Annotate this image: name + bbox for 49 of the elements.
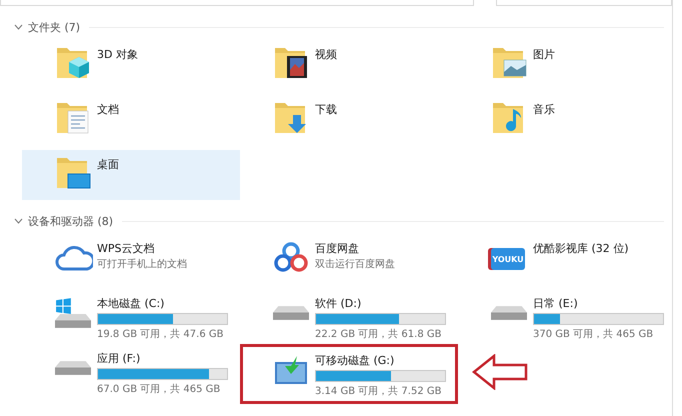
- chevron-icon[interactable]: [14, 24, 23, 30]
- group-title: 文件夹 (7): [28, 20, 80, 34]
- free-space-text: 19.8 GB 可用，共 47.6 GB: [97, 328, 224, 341]
- item-description: 可打开手机上的文档: [97, 258, 187, 271]
- list-item[interactable]: 音乐: [458, 95, 676, 145]
- list-item[interactable]: 本地磁盘 (C:) 19.8 GB 可用，共 47.6 GB: [22, 289, 240, 339]
- list-item[interactable]: 应用 (F:) 67.0 GB 可用，共 465 GB: [22, 344, 240, 394]
- search-field[interactable]: [496, 0, 672, 6]
- item-name: 本地磁盘 (C:): [97, 296, 166, 311]
- free-space-text: 22.2 GB 可用，共 61.8 GB: [315, 328, 442, 341]
- free-space-text: 370 GB 可用，共 465 GB: [533, 328, 654, 341]
- list-item[interactable]: WPS云文档 可打开手机上的文档: [22, 234, 240, 284]
- free-space-text: 67.0 GB 可用，共 465 GB: [97, 382, 222, 396]
- item-name: 视频: [315, 47, 337, 62]
- item-name: 百度网盘: [315, 241, 360, 256]
- item-name: 应用 (F:): [97, 351, 142, 366]
- drive-icon: [491, 306, 527, 320]
- left-arrow-icon: [472, 354, 528, 390]
- item-name: 桌面: [97, 157, 119, 172]
- list-item[interactable]: 日常 (E:) 370 GB 可用，共 465 GB: [458, 289, 676, 339]
- drive-icon: [55, 361, 91, 375]
- video-app-logo: YOUKU: [491, 248, 525, 270]
- item-name: 图片: [533, 47, 555, 62]
- item-name: 3D 对象: [97, 47, 138, 62]
- item-name: 日常 (E:): [533, 296, 579, 311]
- item-name: 优酷影视库 (32 位): [533, 241, 629, 256]
- drive-icon: [273, 306, 309, 320]
- free-space-text: 3.14 GB 可用，共 7.52 GB: [315, 384, 442, 398]
- chevron-icon[interactable]: [14, 218, 23, 224]
- list-item[interactable]: 3D 对象: [22, 40, 240, 90]
- item-name: 软件 (D:): [315, 296, 362, 311]
- drive-icon: [55, 298, 91, 328]
- item-name: 文档: [97, 102, 119, 117]
- list-item[interactable]: 图片: [458, 40, 676, 90]
- list-item[interactable]: 下载: [240, 95, 458, 145]
- list-item[interactable]: 可移动磁盘 (G:) 3.14 GB 可用，共 7.52 GB: [240, 344, 458, 404]
- list-item[interactable]: 文档: [22, 95, 240, 145]
- list-item[interactable]: 百度网盘 双击运行百度网盘: [240, 234, 458, 284]
- list-item[interactable]: YOUKU 优酷影视库 (32 位): [458, 234, 676, 284]
- item-name: 可移动磁盘 (G:): [315, 353, 396, 368]
- address-field[interactable]: [0, 0, 474, 6]
- item-name: 音乐: [533, 102, 555, 117]
- item-name: WPS云文档: [97, 241, 156, 256]
- list-item[interactable]: 视频: [240, 40, 458, 90]
- list-item[interactable]: 软件 (D:) 22.2 GB 可用，共 61.8 GB: [240, 289, 458, 339]
- list-item[interactable]: 桌面: [22, 150, 240, 200]
- item-description: 双击运行百度网盘: [315, 258, 395, 271]
- item-name: 下载: [315, 102, 337, 117]
- group-title: 设备和驱动器 (8): [28, 214, 114, 228]
